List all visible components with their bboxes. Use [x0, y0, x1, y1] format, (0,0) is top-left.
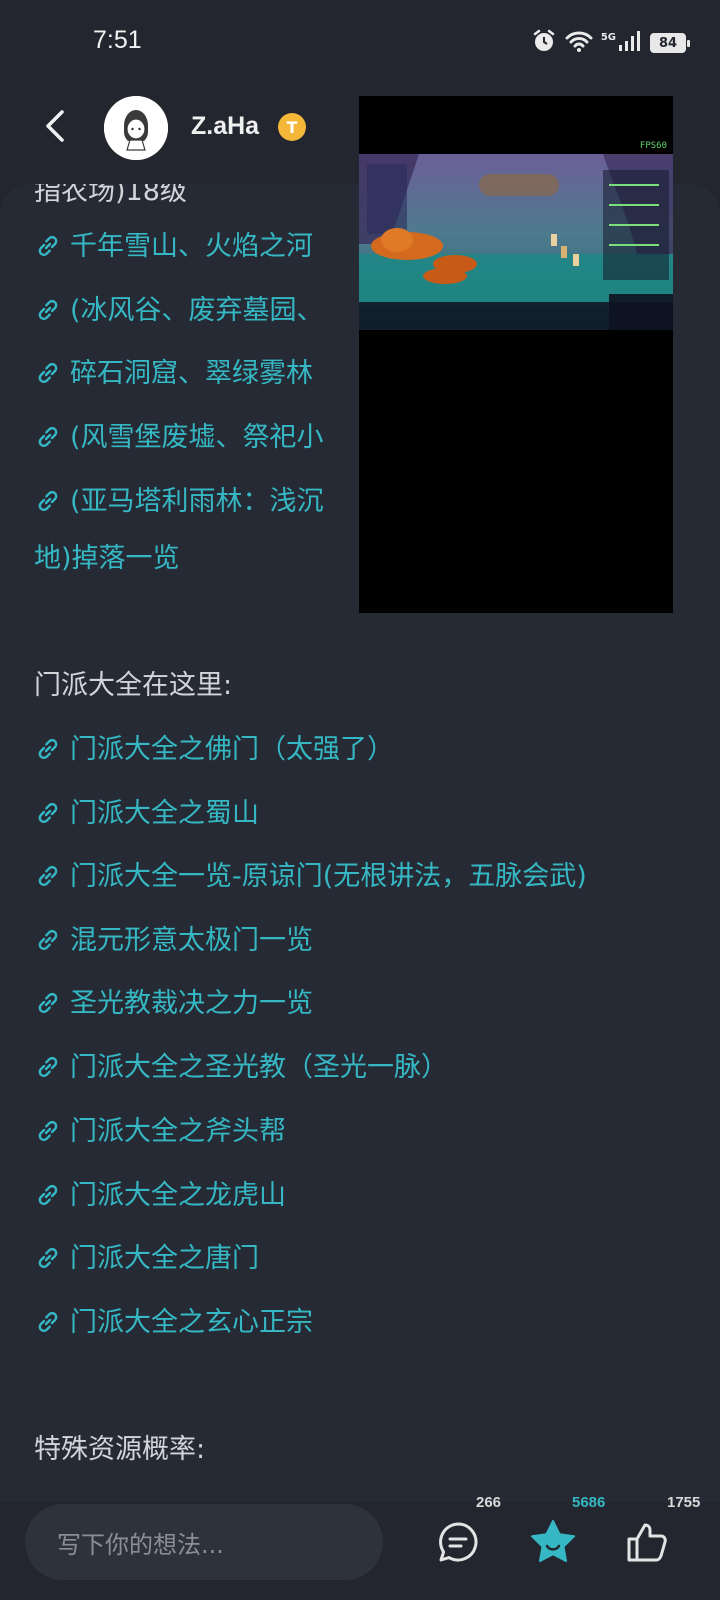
bottom-action-bar: 写下你的想法... 266 5686 1755: [0, 1494, 720, 1600]
map-link[interactable]: 碎石洞窟、翠绿雾林: [34, 356, 313, 392]
status-time: 7:51: [93, 26, 142, 54]
map-link[interactable]: (冰风谷、废弃墓园、: [34, 293, 324, 329]
sect-link-label: 圣光教裁决之力一览: [70, 988, 313, 1019]
sect-link-label: 门派大全之斧头帮: [70, 1116, 286, 1147]
map-link-continuation[interactable]: 地)掉落一览: [34, 541, 180, 577]
map-link-label: (冰风谷、废弃墓园、: [70, 295, 324, 326]
avatar-illustration: [104, 96, 168, 160]
link-icon: [34, 799, 62, 827]
sect-link[interactable]: 门派大全一览-原谅门(无根讲法，五脉会武): [34, 859, 587, 895]
link-icon: [34, 862, 62, 890]
link-icon: [34, 989, 62, 1017]
comment-icon: [439, 1522, 478, 1562]
link-icon: [34, 926, 62, 954]
map-link-label: (风雪堡废墟、祭祀小: [70, 422, 324, 453]
chevron-left-icon: [46, 110, 64, 142]
favorite-count: 5686: [572, 1494, 606, 1511]
map-link-label: 千年雪山、火焰之河: [70, 231, 313, 262]
map-link-label: (亚马塔利雨林：浅沉: [70, 486, 324, 517]
partial-text-line: 指农场)18级: [34, 184, 187, 207]
sect-link-label: 门派大全之佛门（太强了）: [70, 734, 394, 765]
map-link[interactable]: (亚马塔利雨林：浅沉: [34, 484, 324, 520]
signal-icon: [618, 30, 642, 56]
link-icon: [34, 1308, 62, 1336]
sect-link[interactable]: 门派大全之佛门（太强了）: [34, 732, 394, 768]
link-icon: [34, 1244, 62, 1272]
sect-link[interactable]: 混元形意太极门一览: [34, 923, 313, 959]
sect-link-label: 门派大全一览-原谅门(无根讲法，五脉会武): [70, 861, 587, 892]
link-icon: [34, 423, 62, 451]
wifi-icon: [565, 29, 593, 57]
user-badge-icon: T: [278, 113, 306, 141]
like-button[interactable]: [617, 1512, 677, 1572]
resource-heading: 特殊资源概率:: [34, 1434, 206, 1465]
floating-video-player[interactable]: FPS60: [359, 96, 673, 613]
avatar[interactable]: [104, 96, 168, 160]
comment-input[interactable]: 写下你的想法...: [25, 1504, 383, 1580]
status-icons: 5G 84: [531, 28, 690, 58]
link-icon: [34, 1117, 62, 1145]
link-icon: [34, 296, 62, 324]
fps-label: FPS60: [639, 141, 667, 151]
sect-link-label: 门派大全之蜀山: [70, 798, 259, 829]
game-frame: [359, 154, 673, 330]
sect-link[interactable]: 门派大全之玄心正宗: [34, 1305, 313, 1341]
alarm-icon: [531, 28, 557, 58]
link-icon: [34, 359, 62, 387]
link-icon: [34, 735, 62, 763]
battery-icon: 84: [650, 33, 690, 53]
sect-link-label: 门派大全之龙虎山: [70, 1180, 286, 1211]
favorite-button[interactable]: [523, 1512, 583, 1572]
status-bar: 7:51 5G 84: [0, 0, 720, 88]
sect-link-label: 门派大全之唐门: [70, 1243, 259, 1274]
network-type: 5G: [600, 31, 616, 43]
link-icon: [34, 1053, 62, 1081]
map-link[interactable]: (风雪堡废墟、祭祀小: [34, 420, 324, 456]
link-icon: [34, 487, 62, 515]
sect-link[interactable]: 圣光教裁决之力一览: [34, 986, 313, 1022]
username[interactable]: Z.aHa: [191, 112, 259, 141]
like-count: 1755: [667, 1494, 701, 1511]
map-link[interactable]: 千年雪山、火焰之河: [34, 229, 313, 265]
sect-link[interactable]: 门派大全之蜀山: [34, 796, 259, 832]
game-scene-illustration: [359, 154, 673, 330]
map-link-label: 碎石洞窟、翠绿雾林: [70, 358, 313, 389]
comment-button[interactable]: [428, 1512, 488, 1572]
sect-link[interactable]: 门派大全之圣光教（圣光一脉）: [34, 1050, 448, 1086]
sect-link[interactable]: 门派大全之龙虎山: [34, 1178, 286, 1214]
sect-link-label: 门派大全之圣光教（圣光一脉）: [70, 1052, 448, 1083]
back-button[interactable]: [38, 104, 74, 148]
sect-heading: 门派大全在这里:: [34, 670, 233, 701]
sect-link[interactable]: 门派大全之斧头帮: [34, 1114, 286, 1150]
thumbs-up-icon: [627, 1523, 667, 1562]
link-icon: [34, 232, 62, 260]
comment-count: 266: [476, 1494, 502, 1511]
sect-link-label: 门派大全之玄心正宗: [70, 1307, 313, 1338]
sect-link-label: 混元形意太极门一览: [70, 925, 313, 956]
sect-link[interactable]: 门派大全之唐门: [34, 1241, 259, 1277]
star-icon: [531, 1520, 575, 1562]
link-icon: [34, 1181, 62, 1209]
